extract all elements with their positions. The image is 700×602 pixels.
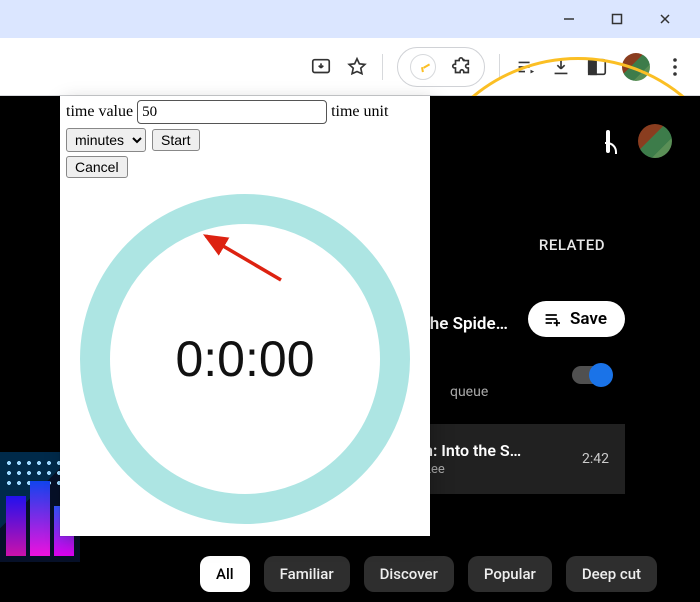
- tab-related[interactable]: RELATED: [539, 236, 605, 254]
- video-title-partial: the Spide…: [424, 314, 508, 334]
- start-button[interactable]: Start: [152, 129, 200, 151]
- filter-chip[interactable]: Popular: [468, 556, 552, 592]
- maximize-button[interactable]: [610, 12, 624, 26]
- timer-display: 0:0:00: [175, 330, 314, 388]
- bookmark-star-icon[interactable]: [346, 56, 368, 78]
- save-button[interactable]: Save: [528, 301, 625, 337]
- account-avatar[interactable]: [638, 124, 672, 158]
- timer-extension-icon[interactable]: [410, 54, 436, 80]
- related-video-duration: 2:42: [582, 451, 609, 467]
- filter-chip[interactable]: Deep cut: [566, 556, 657, 592]
- label-time-value: time value: [66, 103, 133, 121]
- window-titlebar: [0, 0, 700, 38]
- extensions-puzzle-icon[interactable]: [450, 56, 472, 78]
- cancel-button[interactable]: Cancel: [66, 156, 128, 178]
- related-video-row[interactable]: n: Into the S… Lee 2:42: [424, 424, 625, 494]
- time-unit-select[interactable]: minutes: [66, 128, 146, 152]
- queue-label: queue: [450, 384, 488, 400]
- filter-chip[interactable]: Familiar: [264, 556, 350, 592]
- autoplay-toggle[interactable]: [572, 366, 610, 384]
- close-button[interactable]: [658, 12, 672, 26]
- filter-chip[interactable]: Discover: [364, 556, 454, 592]
- related-video-by: Lee: [424, 462, 521, 477]
- kebab-menu-icon[interactable]: [664, 56, 686, 78]
- time-value-input[interactable]: [137, 100, 327, 124]
- minimize-button[interactable]: [562, 12, 576, 26]
- browser-toolbar: [0, 38, 700, 96]
- extension-pill: [397, 47, 485, 87]
- install-app-icon[interactable]: [310, 56, 332, 78]
- page-top-right: [606, 124, 672, 158]
- cast-icon[interactable]: [606, 132, 610, 151]
- save-button-label: Save: [570, 309, 607, 329]
- label-time-unit: time unit: [331, 103, 388, 121]
- related-video-title: n: Into the S…: [424, 441, 521, 460]
- filter-chip[interactable]: All: [200, 556, 250, 592]
- filter-chips: All Familiar Discover Popular Deep cut: [200, 542, 700, 602]
- toolbar-separator: [382, 54, 383, 80]
- timer-popup: time value time unit minutes Start Cance…: [60, 96, 430, 536]
- timer-ring: 0:0:00: [60, 191, 430, 526]
